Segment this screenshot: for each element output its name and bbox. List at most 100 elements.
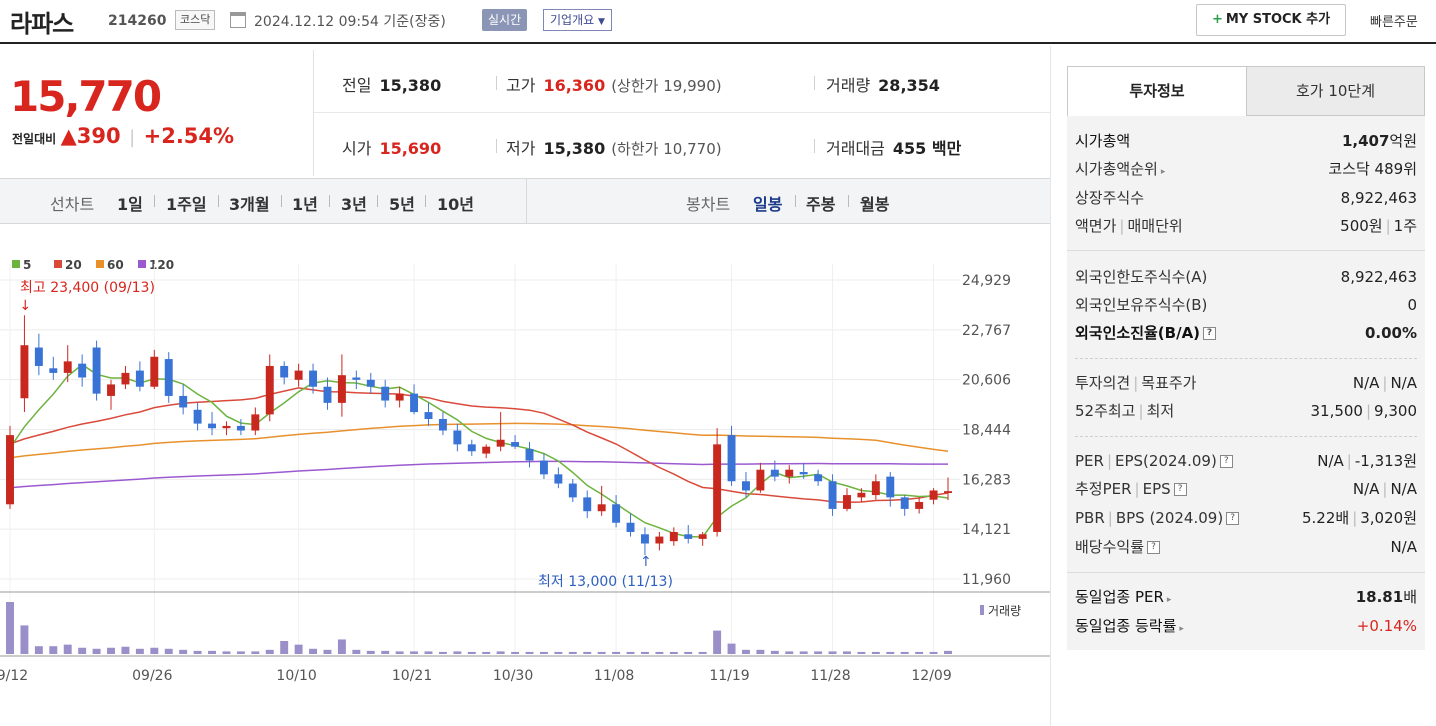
tab-daily[interactable]: 일봉	[753, 191, 782, 215]
legend-label: 60	[107, 258, 124, 272]
candle-body	[410, 393, 419, 413]
volume-bar	[135, 648, 144, 654]
candle-body	[871, 481, 880, 496]
volume-bar	[626, 651, 635, 654]
x-tick-label: 09/12	[0, 668, 28, 684]
candle-body	[525, 448, 534, 461]
volume-bar	[929, 651, 938, 654]
tab-weekly[interactable]: 주봉	[806, 191, 835, 215]
candle-body	[34, 347, 43, 366]
volume-bar	[164, 648, 173, 654]
candle-body	[265, 365, 274, 415]
y-tick-label: 22,767	[962, 323, 1011, 339]
volume-bar	[294, 644, 303, 654]
volume-bar	[770, 650, 779, 654]
volume-bar	[438, 651, 447, 654]
candle-body	[742, 481, 750, 491]
candle-body	[6, 435, 14, 505]
foreign-limit-row: 외국인한도주식수(A) 8,922,463	[1075, 268, 1417, 286]
volume-bar	[698, 651, 707, 654]
x-tick-label: 11/28	[810, 668, 850, 684]
quick-order-link[interactable]: 빠른주문	[1370, 11, 1418, 30]
candlestick-chart[interactable]: 5 20 60 120 24,929 22,767 20,606 18,444 16,283 1…	[0, 224, 1050, 726]
volume-bar	[684, 651, 693, 654]
candle-body	[92, 347, 101, 394]
high-annotation: 최고 23,400 (09/13)	[20, 280, 155, 296]
volume-bar	[785, 651, 794, 654]
invest-info-panel: 시가총액 1,407억원 시가총액순위 ▸ 코스닥 489위 상장주식수 8,922,4…	[1067, 116, 1425, 650]
volume-bar	[756, 649, 765, 654]
candle-body	[886, 476, 895, 498]
candle-body	[626, 522, 635, 532]
volume-bar	[554, 651, 563, 654]
volume-bar	[395, 651, 404, 654]
ma-line-5	[9, 363, 949, 538]
candle-body	[655, 536, 664, 544]
candle-body	[20, 345, 29, 399]
volume-bar	[193, 650, 202, 654]
tab-5y[interactable]: 5년	[389, 191, 415, 215]
help-icon[interactable]: ?	[1226, 512, 1240, 525]
ma-line-20	[9, 387, 949, 503]
volume-bar	[265, 649, 274, 654]
tab-3m[interactable]: 3개월	[229, 191, 270, 215]
candle-body	[236, 425, 245, 431]
x-tick-label: 12/09	[911, 668, 951, 684]
ma-line-60	[9, 422, 949, 459]
volume-bar	[915, 651, 924, 654]
y-tick-label: 14,121	[962, 522, 1011, 538]
volume-bar	[944, 650, 952, 654]
volume-legend-swatch	[980, 605, 984, 615]
company-overview-button[interactable]: 기업개요 ▼	[543, 9, 612, 31]
investment-sidebar: 투자정보 호가 10단계 시가총액 1,407억원 시가총액순위 ▸ 코스닥 489위…	[1050, 46, 1436, 726]
add-mystock-button[interactable]: + MY STOCK 추가	[1196, 4, 1346, 36]
volume-bar	[496, 651, 505, 654]
candle-body	[770, 469, 779, 477]
candle-body	[698, 534, 707, 539]
volume-bar	[309, 648, 318, 654]
candle-body	[150, 356, 159, 387]
candle-body	[929, 490, 938, 500]
day-high: 고가 16,360 (상한가 19,990)	[506, 76, 722, 95]
dividend-row: 배당수익률? N/A	[1075, 538, 1417, 556]
candle-body	[496, 439, 505, 447]
market-cap-rank-row[interactable]: 시가총액순위 ▸ 코스닥 489위	[1075, 158, 1417, 180]
help-icon[interactable]: ?	[1203, 327, 1217, 340]
tab-invest-info[interactable]: 투자정보	[1067, 66, 1247, 116]
candle-body	[251, 414, 260, 431]
volume-bar	[251, 651, 260, 654]
candle-body	[669, 531, 678, 542]
volume-bar	[669, 651, 678, 654]
y-tick-label: 11,960	[962, 572, 1011, 588]
sector-per-row[interactable]: 동일업종 PER ▸ 18.81배	[1075, 586, 1417, 608]
candle-body	[684, 534, 693, 539]
volume: 거래량 28,354	[826, 76, 940, 95]
legend-label: 120	[149, 258, 174, 272]
volume-bar	[236, 651, 245, 654]
calendar-icon	[230, 12, 246, 28]
help-icon[interactable]: ?	[1173, 483, 1187, 496]
foreign-ratio-row: 외국인소진율(B/A)? 0.00%	[1075, 324, 1417, 342]
tab-orderbook[interactable]: 호가 10단계	[1246, 66, 1425, 116]
tab-monthly[interactable]: 월봉	[860, 191, 889, 215]
tab-1d[interactable]: 1일	[117, 191, 143, 215]
help-icon[interactable]: ?	[1219, 455, 1233, 468]
volume-bar	[525, 651, 534, 654]
volume-bar	[6, 602, 14, 654]
y-tick-label: 20,606	[962, 373, 1011, 389]
tab-10y[interactable]: 10년	[437, 191, 474, 215]
volume-bar	[208, 650, 216, 654]
sidebar-tabs: 투자정보 호가 10단계	[1067, 66, 1425, 116]
candle-body	[482, 446, 491, 454]
help-icon[interactable]: ?	[1147, 541, 1161, 554]
tab-1y[interactable]: 1년	[292, 191, 318, 215]
volume-bar	[655, 651, 664, 654]
market-cap-row: 시가총액 1,407억원	[1075, 132, 1417, 150]
sector-change-row[interactable]: 동일업종 등락률 ▸ +0.14%	[1075, 615, 1417, 637]
realtime-button[interactable]: 실시간	[482, 9, 528, 31]
tab-1w[interactable]: 1주일	[166, 191, 207, 215]
volume-bar	[323, 649, 332, 654]
tab-3y[interactable]: 3년	[341, 191, 367, 215]
candle-body	[107, 384, 115, 396]
candle-body	[597, 504, 606, 512]
